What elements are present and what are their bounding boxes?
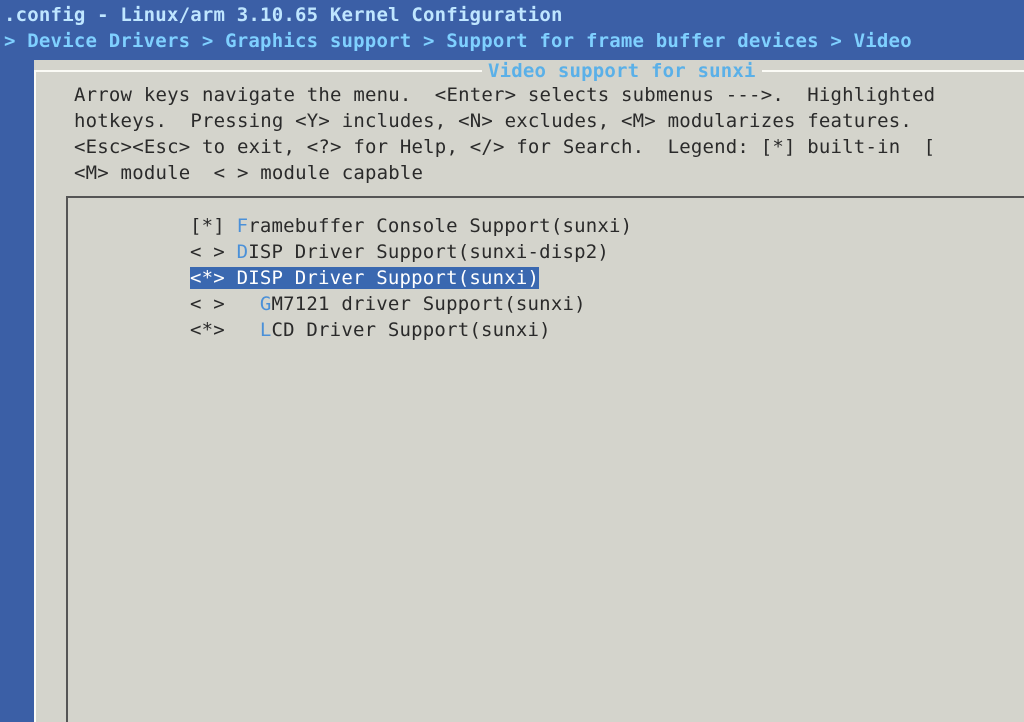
menuconfig-dialog: Video support for sunxi Arrow keys navig…: [34, 60, 1024, 722]
menu-item-gm7121-driver[interactable]: < > GM7121 driver Support(sunxi): [190, 292, 586, 316]
item-label: M7121 driver Support(sunxi): [271, 293, 586, 315]
hotkey-letter: D: [236, 267, 249, 289]
item-label: ISP Driver Support(sunxi): [248, 267, 540, 289]
hotkey-letter: D: [236, 241, 249, 263]
item-marker: [*]: [190, 215, 225, 237]
item-label: ISP Driver Support(sunxi-disp2): [248, 241, 610, 263]
menu-item-framebuffer-console[interactable]: [*] Framebuffer Console Support(sunxi): [190, 214, 632, 238]
help-text-line: Arrow keys navigate the menu. <Enter> se…: [74, 84, 936, 106]
dialog-left-border: [34, 70, 36, 722]
window-title: .config - Linux/arm 3.10.65 Kernel Confi…: [4, 4, 563, 26]
item-label: CD Driver Support(sunxi): [271, 319, 551, 341]
help-text-line: hotkeys. Pressing <Y> includes, <N> excl…: [74, 110, 913, 132]
menu-item-lcd-driver[interactable]: <*> LCD Driver Support(sunxi): [190, 318, 551, 342]
item-marker: <*>: [190, 267, 225, 289]
breadcrumb: > Device Drivers > Graphics support > Su…: [4, 30, 912, 52]
item-label: ramebuffer Console Support(sunxi): [248, 215, 633, 237]
item-marker: < >: [190, 293, 225, 315]
menu-list: [*] Framebuffer Console Support(sunxi) <…: [66, 196, 1024, 722]
help-text-line: <Esc><Esc> to exit, <?> for Help, </> fo…: [74, 136, 936, 158]
help-text-line: <M> module < > module capable: [74, 162, 424, 184]
hotkey-letter: G: [259, 293, 272, 315]
menu-item-disp-driver-sunxi[interactable]: <*> DISP Driver Support(sunxi): [190, 266, 540, 290]
item-marker: < >: [190, 241, 225, 263]
terminal-screen: .config - Linux/arm 3.10.65 Kernel Confi…: [0, 0, 1024, 722]
hotkey-letter: L: [259, 319, 272, 341]
item-marker: <*>: [190, 319, 225, 341]
menu-item-disp-driver-disp2[interactable]: < > DISP Driver Support(sunxi-disp2): [190, 240, 609, 264]
hotkey-letter: F: [236, 215, 249, 237]
dialog-title: Video support for sunxi: [482, 60, 762, 82]
